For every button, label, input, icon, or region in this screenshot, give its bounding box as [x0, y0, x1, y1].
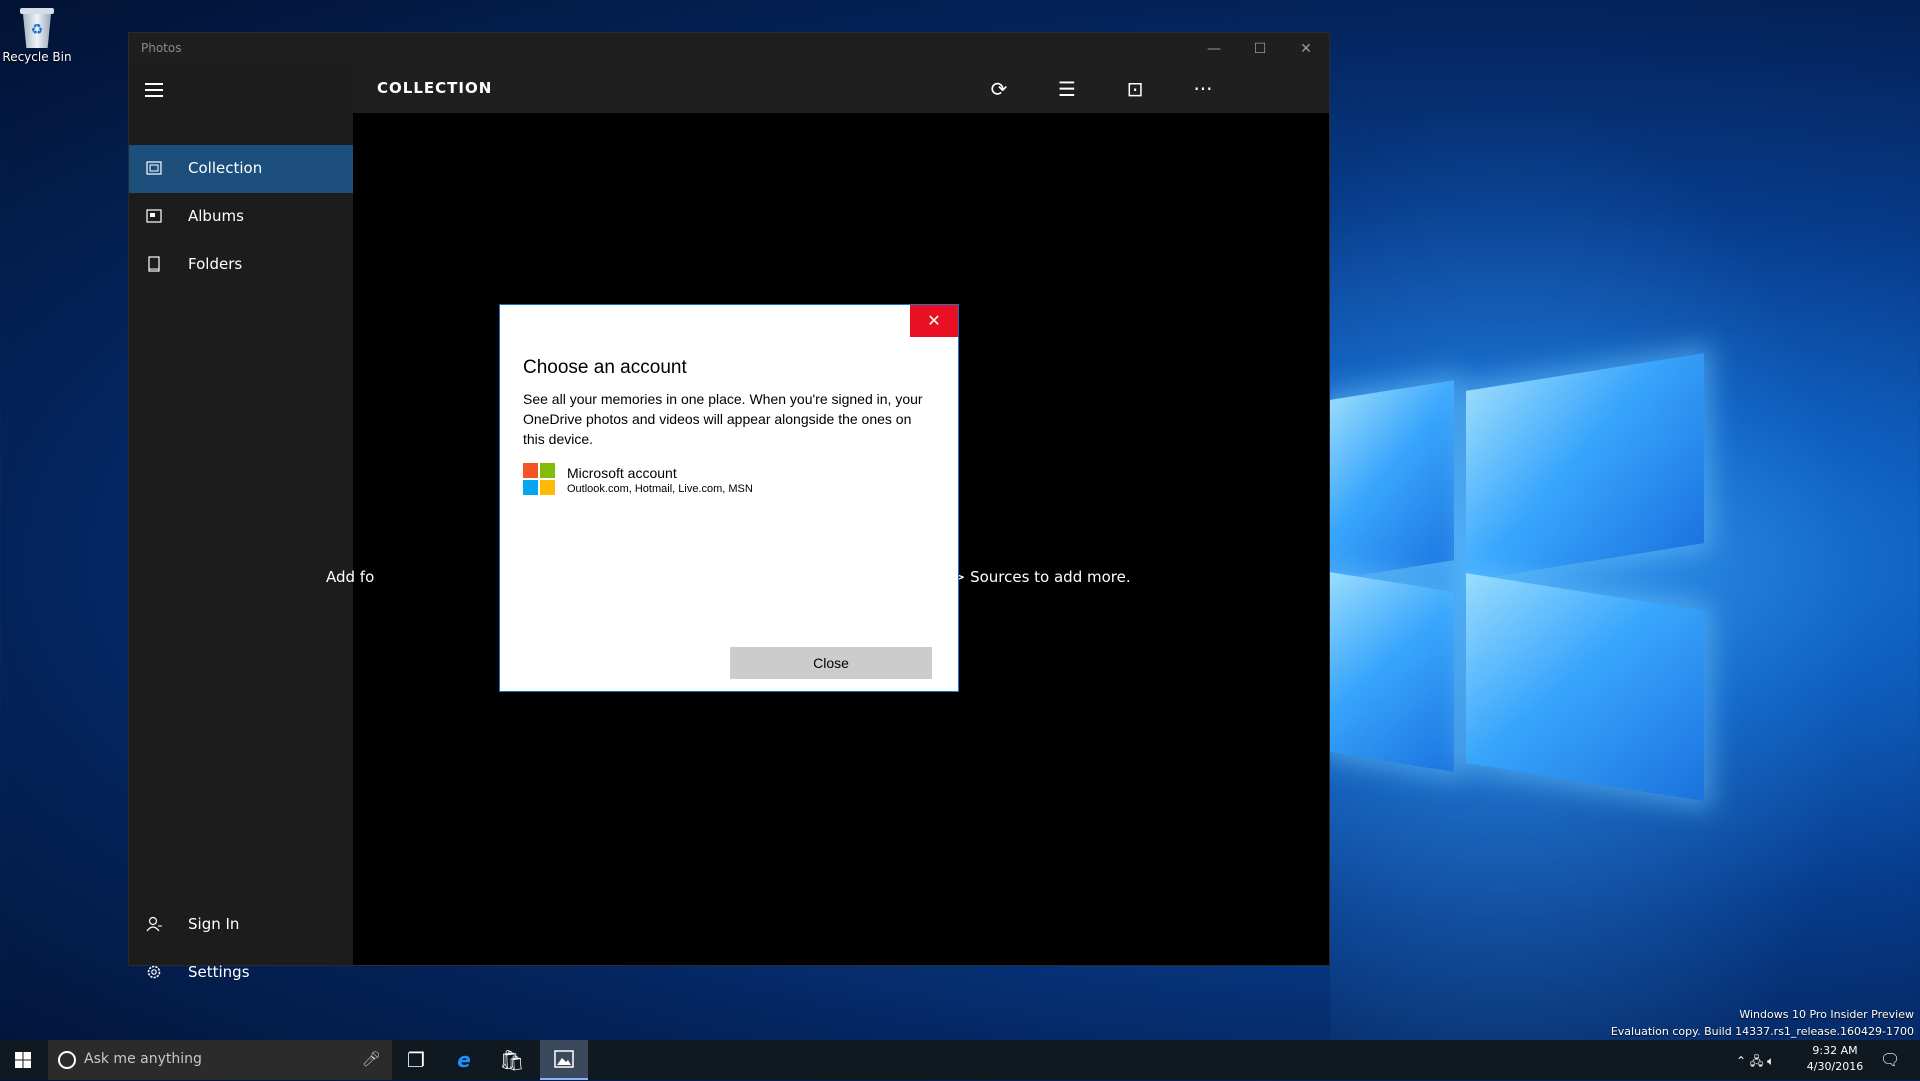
logo-pane-1 — [1330, 380, 1454, 580]
import-icon[interactable]: ⊡ — [1123, 77, 1147, 101]
page-title: COLLECTION — [377, 79, 493, 97]
sidebar-item-albums[interactable]: Albums — [129, 193, 353, 241]
empty-state-text-left: Add fo — [326, 568, 375, 586]
refresh-icon[interactable]: ⟳ — [987, 77, 1011, 101]
header-bar: COLLECTION ⟳ ☰ ⊡ ··· — [353, 65, 1329, 113]
close-button[interactable]: Close — [730, 647, 932, 679]
dialog-description: See all your memories in one place. When… — [523, 391, 923, 447]
sidebar-item-collection[interactable]: Collection — [129, 145, 353, 193]
sidebar-item-label: Collection — [188, 159, 263, 177]
microsoft-logo-icon — [523, 463, 555, 495]
dialog-close-icon[interactable]: ✕ — [910, 305, 958, 337]
microphone-icon[interactable]: 🎤︎ — [362, 1050, 381, 1068]
choose-account-dialog: ✕ Choose an account See all your memorie… — [499, 304, 959, 692]
sidebar-item-label: Sign In — [188, 915, 240, 933]
cortana-search-box[interactable]: Ask me anything 🎤︎ — [48, 1040, 392, 1080]
build-watermark: Windows 10 Pro Insider Preview Evaluatio… — [1611, 1006, 1914, 1040]
logo-pane-3 — [1330, 572, 1454, 772]
albums-icon — [146, 209, 162, 223]
watermark-line: Windows 10 Pro Insider Preview — [1739, 1008, 1914, 1021]
account-subtitle: Outlook.com, Hotmail, Live.com, MSN — [567, 483, 753, 495]
select-list-icon[interactable]: ☰ — [1055, 77, 1079, 101]
photos-taskbar-icon[interactable] — [540, 1040, 588, 1080]
logo-pane-4 — [1466, 573, 1704, 801]
photos-app-icon — [554, 1050, 574, 1068]
system-tray-icons[interactable]: ⌃ 🖧︎ 🔈︎ — [1736, 1052, 1774, 1073]
taskbar: Ask me anything 🎤︎ ❐ e 🛍︎ ⌃ 🖧︎ 🔈︎ 9:32 A… — [0, 1040, 1920, 1080]
gear-icon — [147, 965, 161, 979]
sidebar-item-folders[interactable]: Folders — [129, 241, 353, 289]
store-icon[interactable]: 🛍︎ — [488, 1040, 536, 1080]
action-center-icon[interactable]: 🗨︎ — [1880, 1050, 1900, 1069]
sidebar: Collection Albums Folders Sign In Settin… — [129, 65, 353, 981]
title-bar[interactable]: Photos — ☐ ✕ — [129, 33, 1329, 65]
minimize-button[interactable]: — — [1191, 33, 1237, 65]
maximize-button[interactable]: ☐ — [1237, 33, 1283, 65]
close-window-button[interactable]: ✕ — [1283, 33, 1329, 65]
recycle-bin-label: Recycle Bin — [2, 50, 72, 64]
microsoft-account-option[interactable]: Microsoft account Outlook.com, Hotmail, … — [523, 463, 923, 503]
search-placeholder: Ask me anything — [84, 1051, 202, 1067]
logo-pane-2 — [1466, 353, 1704, 581]
task-view-icon[interactable]: ❐ — [392, 1040, 440, 1080]
recycle-bin-icon: ♻ — [20, 8, 54, 48]
person-icon — [146, 916, 162, 932]
watermark-line: Evaluation copy. Build 14337.rs1_release… — [1610, 1025, 1914, 1038]
sidebar-item-label: Folders — [188, 255, 243, 273]
recycle-bin-shortcut[interactable]: ♻ Recycle Bin — [2, 4, 72, 64]
start-button[interactable] — [0, 1040, 48, 1080]
window-title: Photos — [141, 41, 182, 55]
hamburger-menu-icon[interactable] — [145, 83, 163, 97]
cortana-icon — [58, 1051, 76, 1069]
taskbar-clock[interactable]: 9:32 AM 4/30/2016 — [1800, 1043, 1870, 1075]
clock-time: 9:32 AM — [1812, 1044, 1858, 1057]
sidebar-item-sign-in[interactable]: Sign In — [129, 901, 353, 949]
sidebar-item-label: Settings — [188, 963, 250, 981]
windows-wallpaper-logo — [1330, 330, 1710, 801]
dialog-title: Choose an account — [523, 357, 687, 378]
sidebar-item-settings[interactable]: Settings — [129, 949, 353, 997]
edge-icon[interactable]: e — [440, 1040, 488, 1080]
account-name: Microsoft account — [567, 465, 677, 481]
sidebar-item-label: Albums — [188, 207, 244, 225]
more-options-icon[interactable]: ··· — [1191, 77, 1215, 101]
collection-icon — [146, 161, 162, 175]
clock-date: 4/30/2016 — [1806, 1060, 1864, 1073]
folders-icon — [148, 256, 160, 272]
windows-start-icon — [15, 1052, 31, 1068]
